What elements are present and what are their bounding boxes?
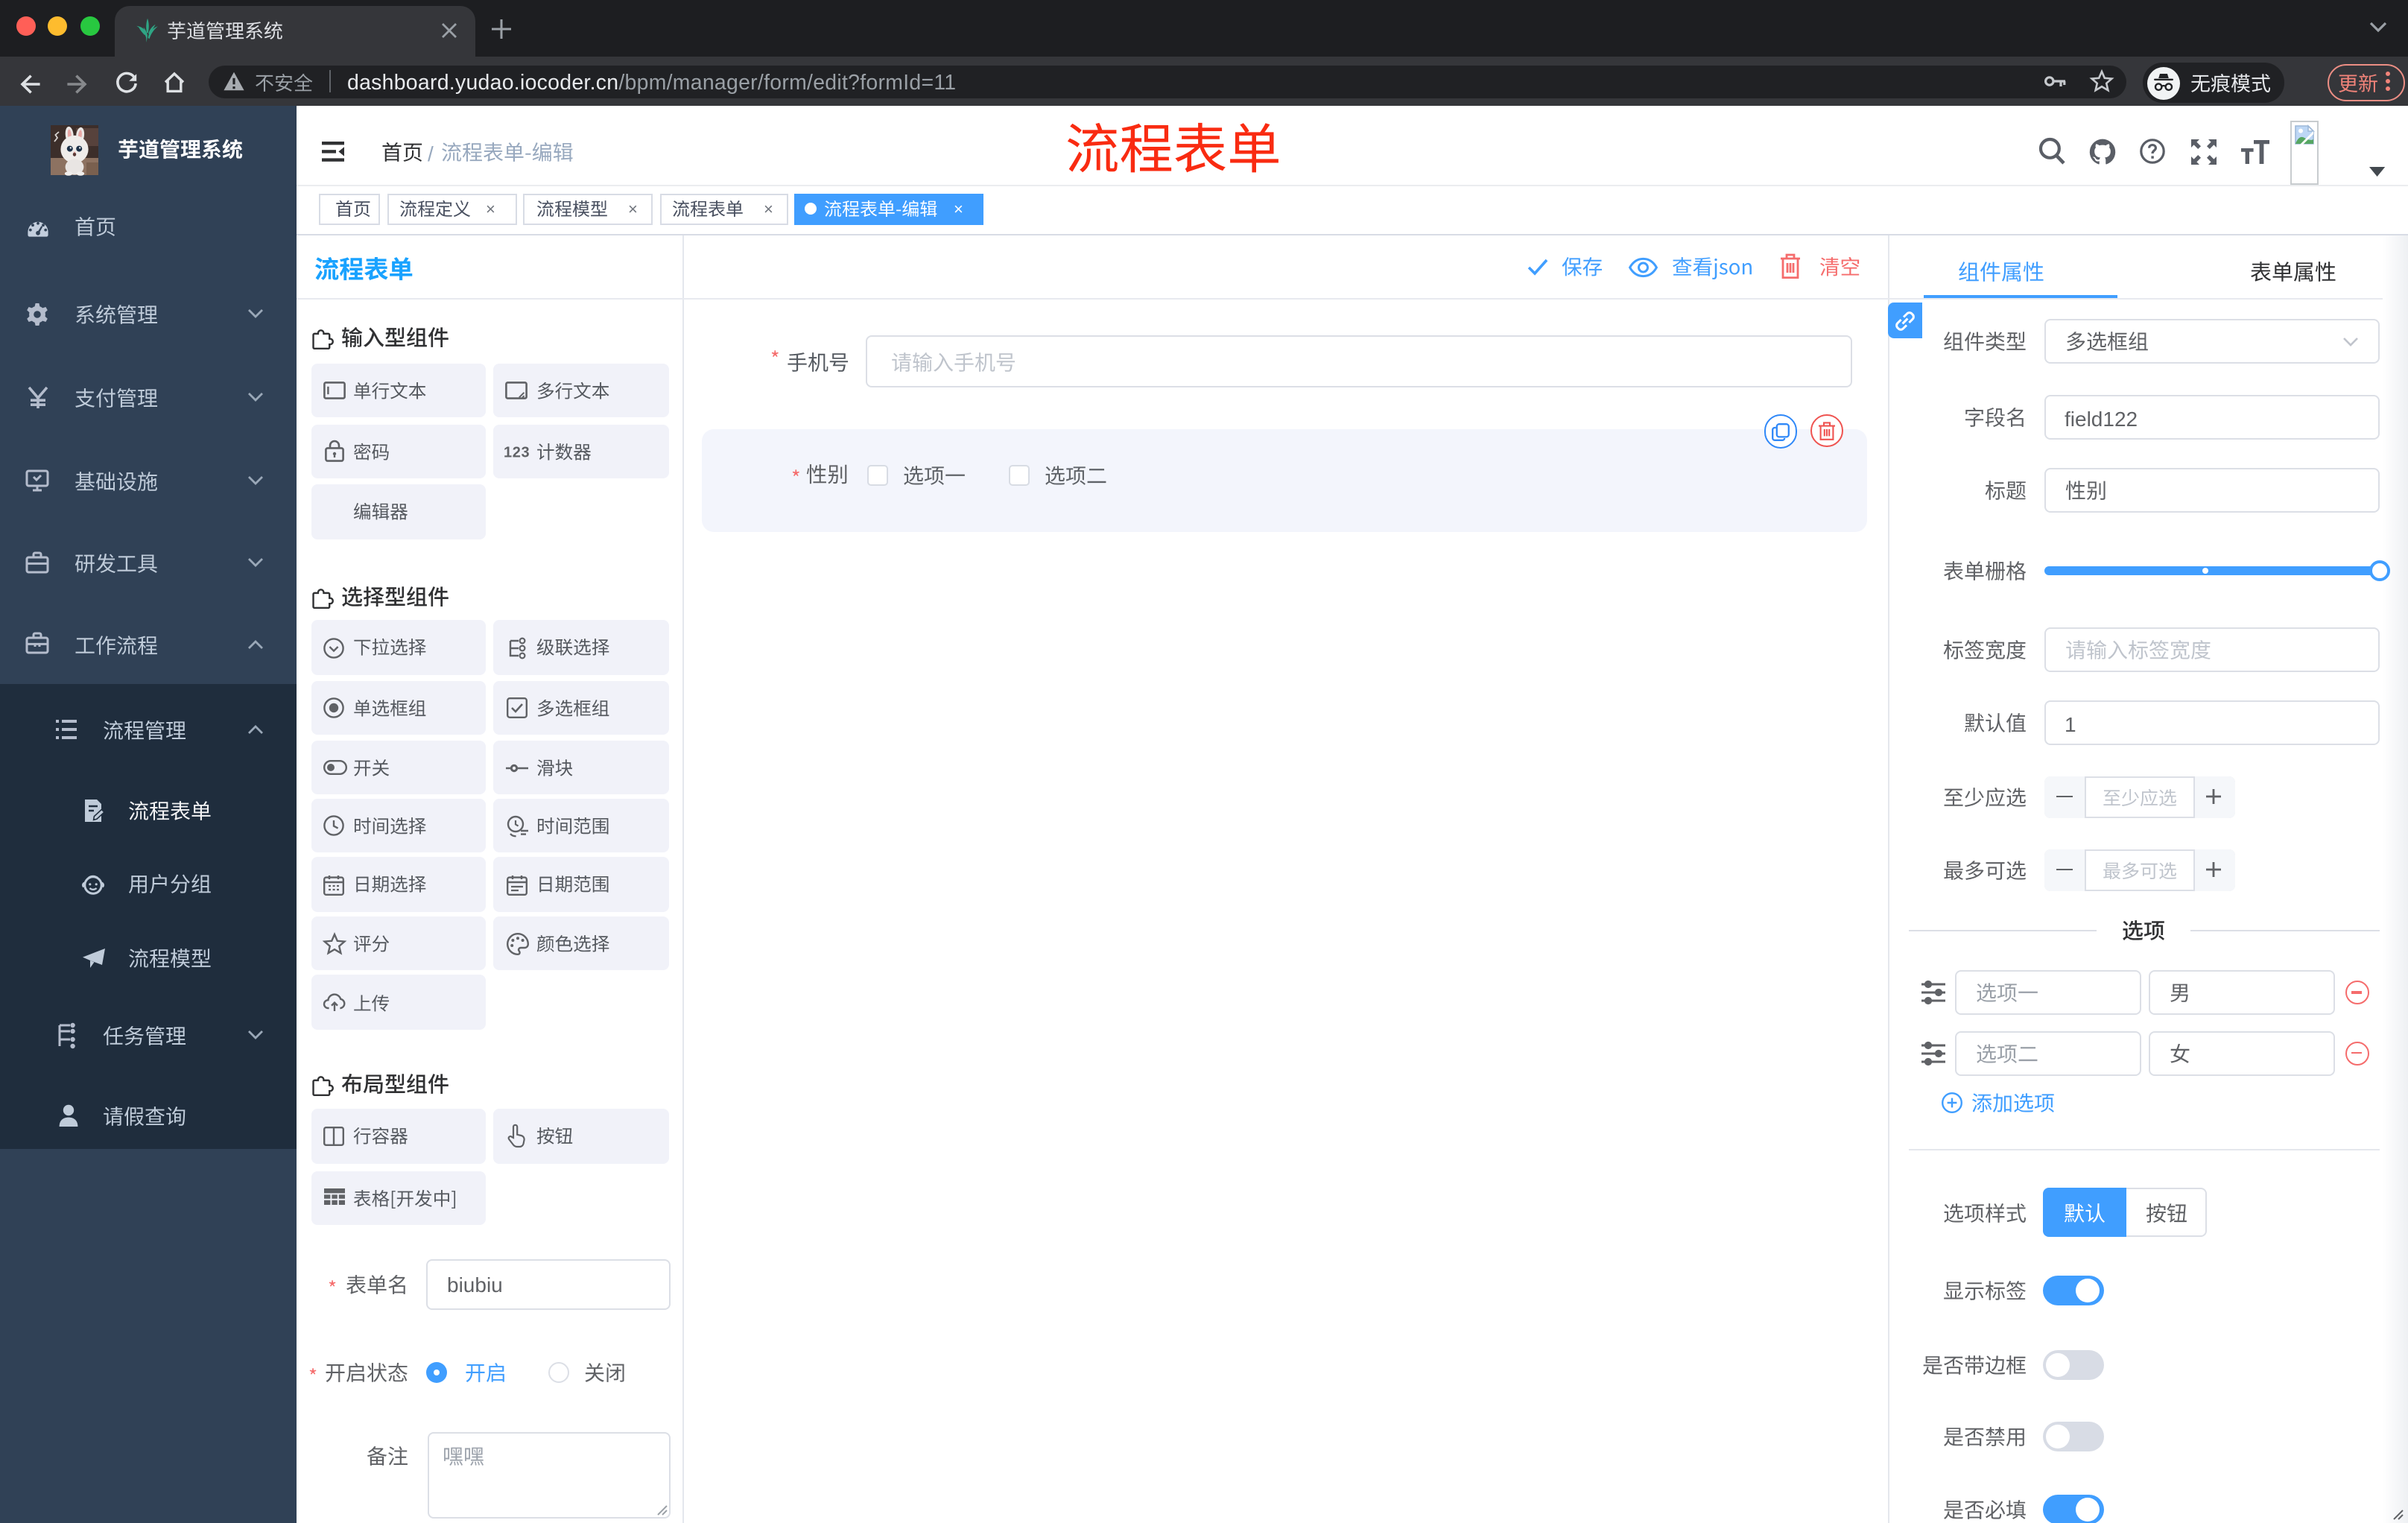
svg-text:123: 123: [504, 445, 530, 461]
